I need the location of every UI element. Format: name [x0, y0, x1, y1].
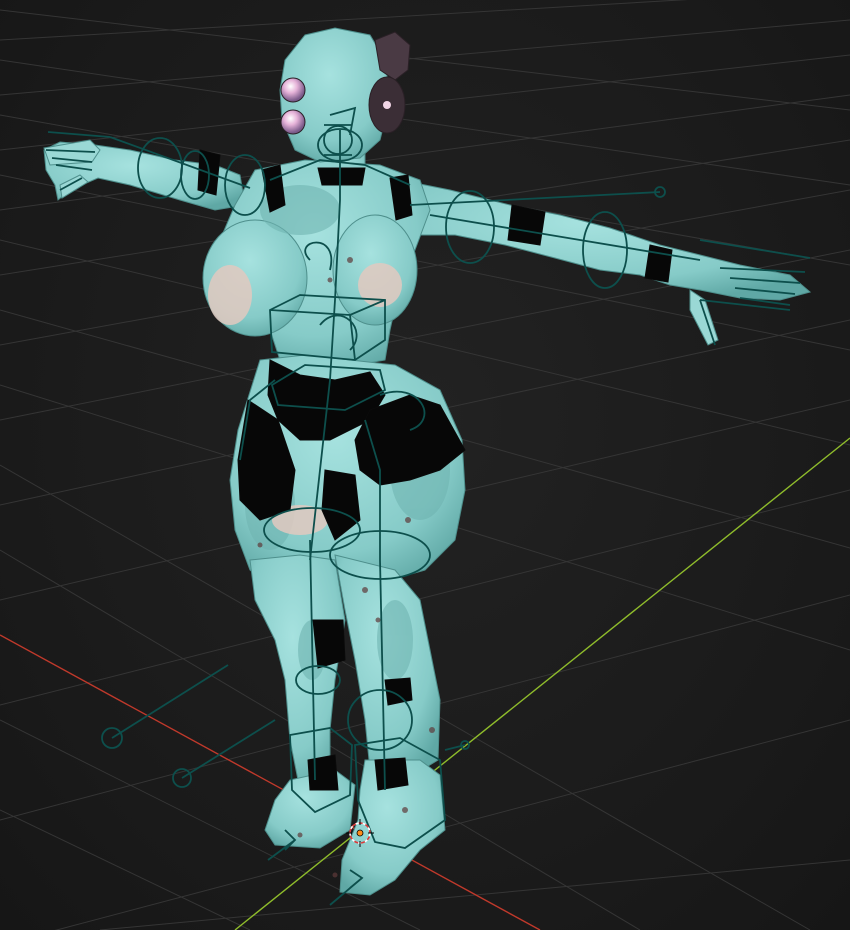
x-axis-line — [0, 634, 541, 930]
viewport-canvas[interactable] — [0, 0, 850, 930]
3d-viewport[interactable] — [0, 0, 850, 930]
object-origin-icon[interactable] — [356, 829, 364, 837]
